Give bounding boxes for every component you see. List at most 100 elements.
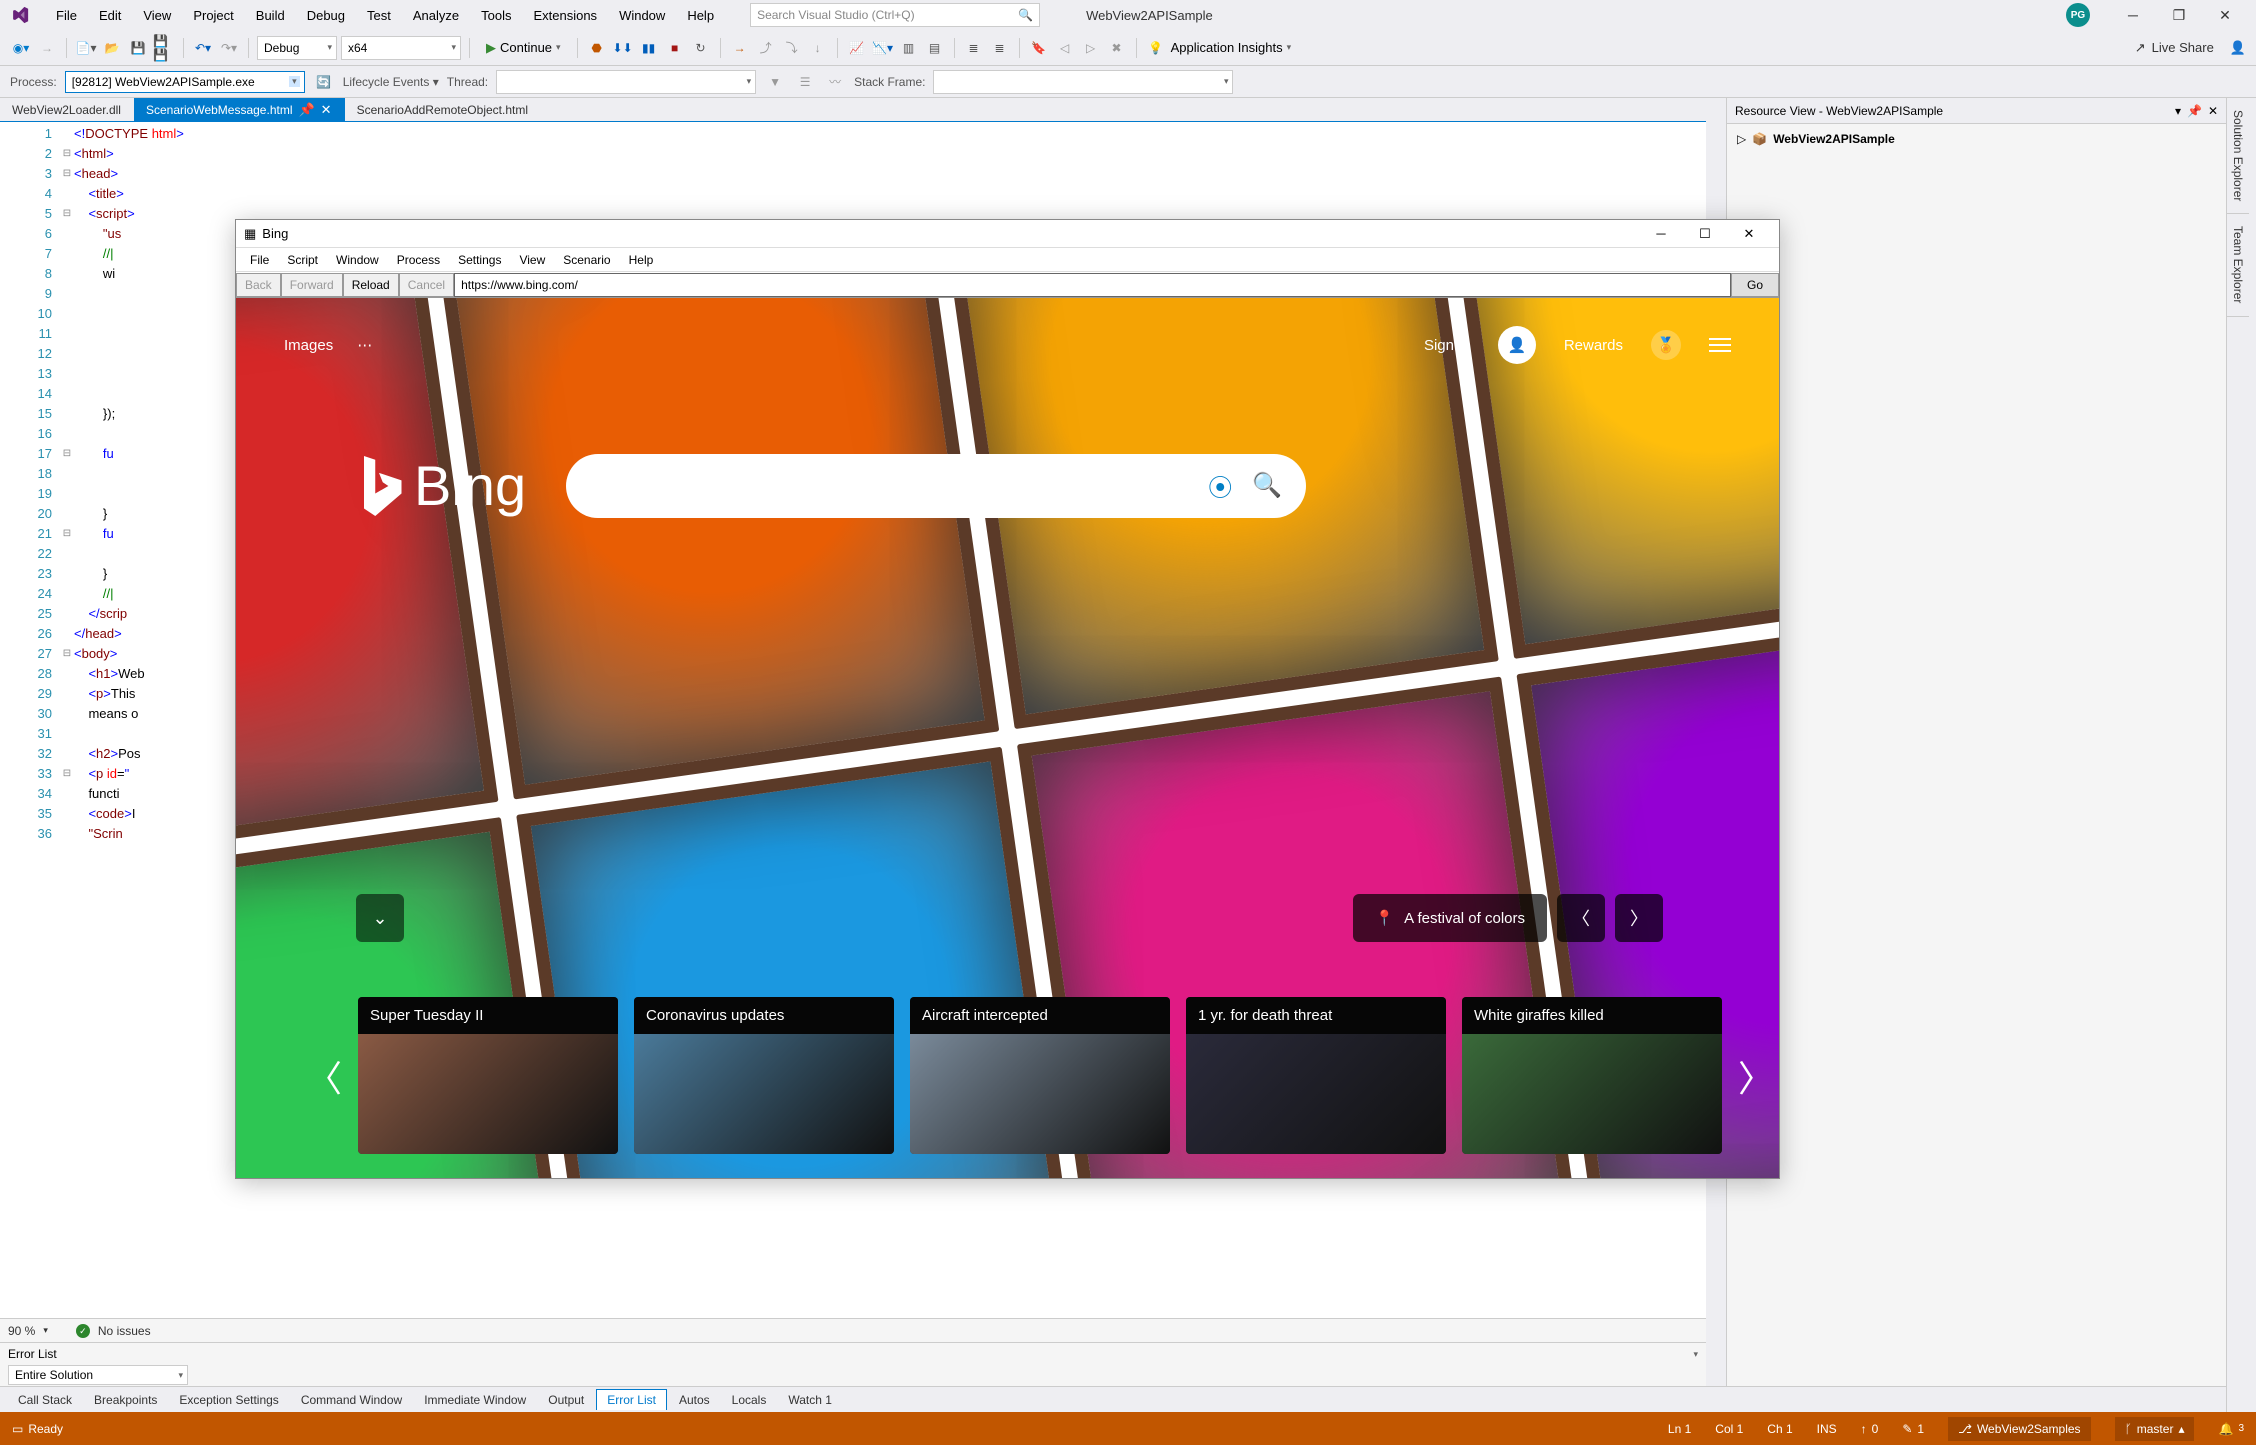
tool-tab[interactable]: Breakpoints xyxy=(84,1390,167,1410)
notification-indicator[interactable]: 🔔3 xyxy=(2218,1422,2244,1436)
forward-button[interactable]: Forward xyxy=(281,273,343,297)
step-out-icon[interactable]: ⤵ xyxy=(781,37,803,59)
news-card[interactable]: Aircraft intercepted xyxy=(910,997,1170,1154)
branch-indicator[interactable]: ᚴ master ▴ xyxy=(2115,1417,2195,1441)
thread-dropdown[interactable] xyxy=(496,70,756,94)
nav-forward-icon[interactable]: → xyxy=(36,37,58,59)
prev-image-button[interactable]: 〈 xyxy=(1557,894,1605,942)
config-dropdown[interactable]: Debug xyxy=(257,36,337,60)
menu-project[interactable]: Project xyxy=(183,4,243,27)
webview-menu-item[interactable]: Help xyxy=(621,251,662,269)
reload-button[interactable]: Reload xyxy=(343,273,399,297)
user-icon[interactable]: 👤 xyxy=(1498,326,1536,364)
menu-window[interactable]: Window xyxy=(609,4,675,27)
open-icon[interactable]: 📂 xyxy=(101,37,123,59)
tool-tab[interactable]: Output xyxy=(538,1390,594,1410)
menu-analyze[interactable]: Analyze xyxy=(403,4,469,27)
indent1-icon[interactable]: ≣ xyxy=(963,37,985,59)
rewards-link[interactable]: Rewards xyxy=(1564,337,1623,354)
news-card[interactable]: 1 yr. for death threat xyxy=(1186,997,1446,1154)
news-card[interactable]: Coronavirus updates xyxy=(634,997,894,1154)
bing-search-input[interactable] xyxy=(590,475,1188,496)
bm-next-icon[interactable]: ▷ xyxy=(1080,37,1102,59)
continue-button[interactable]: ▶ Continue ▾ xyxy=(478,36,569,60)
stop-icon[interactable]: ■ xyxy=(664,37,686,59)
tool-tab[interactable]: Exception Settings xyxy=(169,1390,288,1410)
liveshare-button[interactable]: ↗ Live Share 👤 xyxy=(2135,40,2246,56)
next-image-button[interactable]: 〉 xyxy=(1615,894,1663,942)
bulb-icon[interactable]: 💡 xyxy=(1145,37,1167,59)
dropdown-icon[interactable]: ▾ xyxy=(1693,1349,1698,1360)
step-icon2[interactable]: ↓ xyxy=(807,37,829,59)
lifecycle-icon[interactable]: 🔄 xyxy=(313,71,335,93)
layout2-icon[interactable]: ▤ xyxy=(924,37,946,59)
bing-search-box[interactable]: ⦿ 🔍 xyxy=(566,454,1306,518)
menu-file[interactable]: File xyxy=(46,4,87,27)
close-button[interactable]: ✕ xyxy=(2202,0,2248,30)
url-input[interactable] xyxy=(454,273,1731,297)
doc-tab[interactable]: WebView2Loader.dll xyxy=(0,98,134,121)
image-caption[interactable]: 📍 A festival of colors xyxy=(1353,894,1547,942)
rewards-icon[interactable]: 🏅 xyxy=(1651,330,1681,360)
menu-edit[interactable]: Edit xyxy=(89,4,131,27)
news-card[interactable]: White giraffes killed xyxy=(1462,997,1722,1154)
zoom-level[interactable]: 90 % xyxy=(8,1324,35,1338)
undo-icon[interactable]: ↶▾ xyxy=(192,37,214,59)
close-icon[interactable]: ✕ xyxy=(2208,104,2218,118)
side-tab[interactable]: Solution Explorer xyxy=(2227,98,2249,214)
carousel-next-button[interactable]: 〉 xyxy=(1738,1050,1774,1102)
webview-menu-item[interactable]: View xyxy=(511,251,553,269)
menu-build[interactable]: Build xyxy=(246,4,295,27)
breakpoint-toggle-icon[interactable]: ⬣ xyxy=(586,37,608,59)
menu-tools[interactable]: Tools xyxy=(471,4,521,27)
app-insights-button[interactable]: Application Insights ▾ xyxy=(1171,40,1292,55)
stackframe-dropdown[interactable] xyxy=(933,70,1233,94)
process-dropdown[interactable]: [92812] WebView2APISample.exe xyxy=(65,71,305,93)
tool-tab[interactable]: Error List xyxy=(596,1389,667,1410)
error-scope-dropdown[interactable]: Entire Solution xyxy=(8,1365,188,1385)
search-icon[interactable]: 🔍 xyxy=(1252,471,1282,500)
graph1-icon[interactable]: 📈 xyxy=(846,37,868,59)
menu-test[interactable]: Test xyxy=(357,4,401,27)
webview-menu-item[interactable]: Settings xyxy=(450,251,509,269)
tool-tab[interactable]: Autos xyxy=(669,1390,720,1410)
webview-menu-item[interactable]: Process xyxy=(389,251,448,269)
hamburger-icon[interactable] xyxy=(1709,338,1731,352)
bm-clear-icon[interactable]: ✖ xyxy=(1106,37,1128,59)
tool-tab[interactable]: Command Window xyxy=(291,1390,412,1410)
tool-tab[interactable]: Call Stack xyxy=(8,1390,82,1410)
more-icon[interactable]: ⋯ xyxy=(357,336,372,354)
step-icon[interactable]: ⬇⬇ xyxy=(612,37,634,59)
filter1-icon[interactable]: ▼ xyxy=(764,71,786,93)
go-button[interactable]: Go xyxy=(1731,273,1779,297)
step-into-icon[interactable]: → xyxy=(729,37,751,59)
filter3-icon[interactable]: 〰 xyxy=(824,71,846,93)
filter2-icon[interactable]: ☰ xyxy=(794,71,816,93)
nav-back-icon[interactable]: ◉▾ xyxy=(10,37,32,59)
dropdown-icon[interactable]: ▾ xyxy=(2175,104,2181,118)
minimize-button[interactable]: ─ xyxy=(1639,220,1683,248)
bm-prev-icon[interactable]: ◁ xyxy=(1054,37,1076,59)
pin-icon[interactable]: 📌 xyxy=(2187,104,2202,118)
maximize-button[interactable]: ☐ xyxy=(1683,220,1727,248)
layout1-icon[interactable]: ▥ xyxy=(898,37,920,59)
lifecycle-label[interactable]: Lifecycle Events ▾ xyxy=(343,75,439,89)
tool-tab[interactable]: Immediate Window xyxy=(414,1390,536,1410)
tool-tab[interactable]: Locals xyxy=(722,1390,777,1410)
repo-indicator[interactable]: ⎇ WebView2Samples xyxy=(1948,1417,2090,1441)
webview-menu-item[interactable]: Window xyxy=(328,251,387,269)
publish-indicator[interactable]: ↑ 0 xyxy=(1861,1422,1879,1436)
signin-link[interactable]: Sign in xyxy=(1424,337,1470,354)
search-box[interactable]: Search Visual Studio (Ctrl+Q) 🔍 xyxy=(750,3,1040,27)
camera-icon[interactable]: ⦿ xyxy=(1208,468,1232,503)
redo-icon[interactable]: ↷▾ xyxy=(218,37,240,59)
platform-dropdown[interactable]: x64 xyxy=(341,36,461,60)
menu-debug[interactable]: Debug xyxy=(297,4,355,27)
webview-menu-item[interactable]: Script xyxy=(279,251,326,269)
doc-tab[interactable]: ScenarioWebMessage.html📌✕ xyxy=(134,98,345,121)
close-button[interactable]: ✕ xyxy=(1727,220,1771,248)
images-link[interactable]: Images xyxy=(284,337,333,354)
graph2-icon[interactable]: 📉▾ xyxy=(872,37,894,59)
bookmark-icon[interactable]: 🔖 xyxy=(1028,37,1050,59)
maximize-button[interactable]: ❐ xyxy=(2156,0,2202,30)
